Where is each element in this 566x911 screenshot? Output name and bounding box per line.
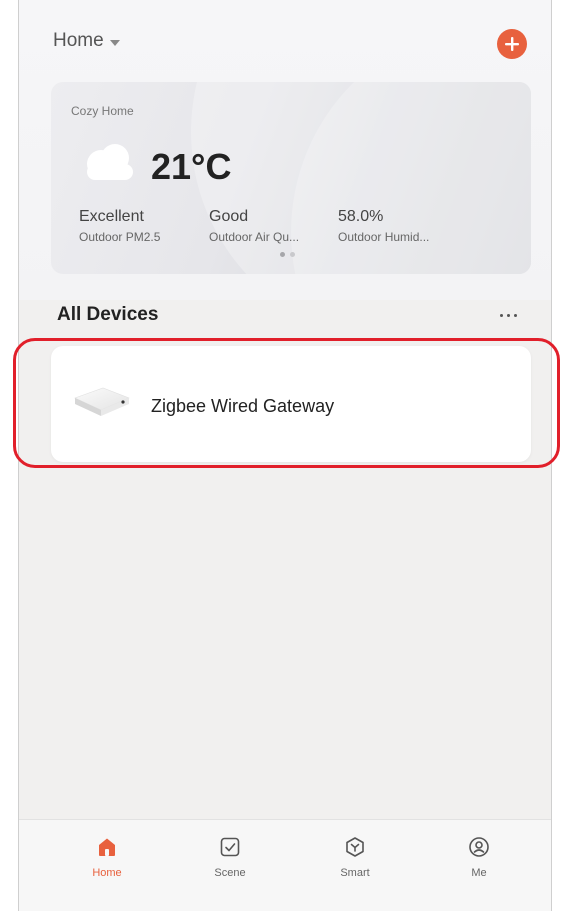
tab-me[interactable]: Me: [439, 836, 519, 879]
temperature: 21°C: [151, 146, 232, 187]
tab-home[interactable]: Home: [67, 836, 147, 879]
stat-air-quality: Good Outdoor Air Qu...: [209, 208, 299, 244]
stat-pm25: Excellent Outdoor PM2.5: [79, 208, 160, 244]
plus-icon: [505, 37, 519, 51]
tab-label: Me: [471, 867, 487, 879]
tab-label: Smart: [340, 867, 370, 879]
profile-icon: [469, 837, 489, 857]
page-dot-active: [280, 252, 285, 257]
device-name: Zigbee Wired Gateway: [151, 396, 335, 416]
tab-smart[interactable]: Smart: [315, 836, 395, 879]
smart-icon: [346, 837, 364, 857]
app-screen: Home Cozy Home 21°C Excellent Outdoor PM…: [18, 0, 552, 911]
page-indicator: [280, 252, 295, 257]
home-icon: [99, 838, 115, 856]
checkbox-icon: [220, 837, 240, 857]
home-name: Cozy Home: [71, 104, 134, 118]
stat-label: Outdoor Air Qu...: [209, 230, 300, 244]
stat-value: 58.0%: [338, 208, 384, 225]
stat-value: Excellent: [79, 208, 144, 225]
device-card-zigbee-gateway[interactable]: Zigbee Wired Gateway: [51, 346, 531, 462]
caret-down-icon: [109, 39, 120, 46]
page-dot: [290, 252, 295, 257]
all-devices-title: All Devices: [57, 304, 159, 325]
weather-card[interactable]: Cozy Home 21°C Excellent Outdoor PM2.5 G…: [51, 82, 531, 274]
stat-label: Outdoor Humid...: [338, 230, 430, 244]
tab-scene[interactable]: Scene: [190, 836, 270, 879]
bottom-tab-bar: Home Scene Smart Me: [19, 819, 551, 911]
more-options-icon[interactable]: [500, 314, 517, 317]
gateway-device-image: [74, 387, 130, 416]
stat-value: Good: [209, 208, 249, 225]
home-selector[interactable]: Home: [53, 30, 120, 52]
cloud-icon: [87, 144, 133, 180]
add-button[interactable]: [497, 29, 527, 59]
tab-label: Home: [92, 867, 122, 879]
home-selector-label: Home: [53, 30, 104, 51]
tab-label: Scene: [214, 867, 246, 879]
stat-humidity: 58.0% Outdoor Humid...: [338, 208, 429, 244]
stat-label: Outdoor PM2.5: [79, 230, 161, 244]
